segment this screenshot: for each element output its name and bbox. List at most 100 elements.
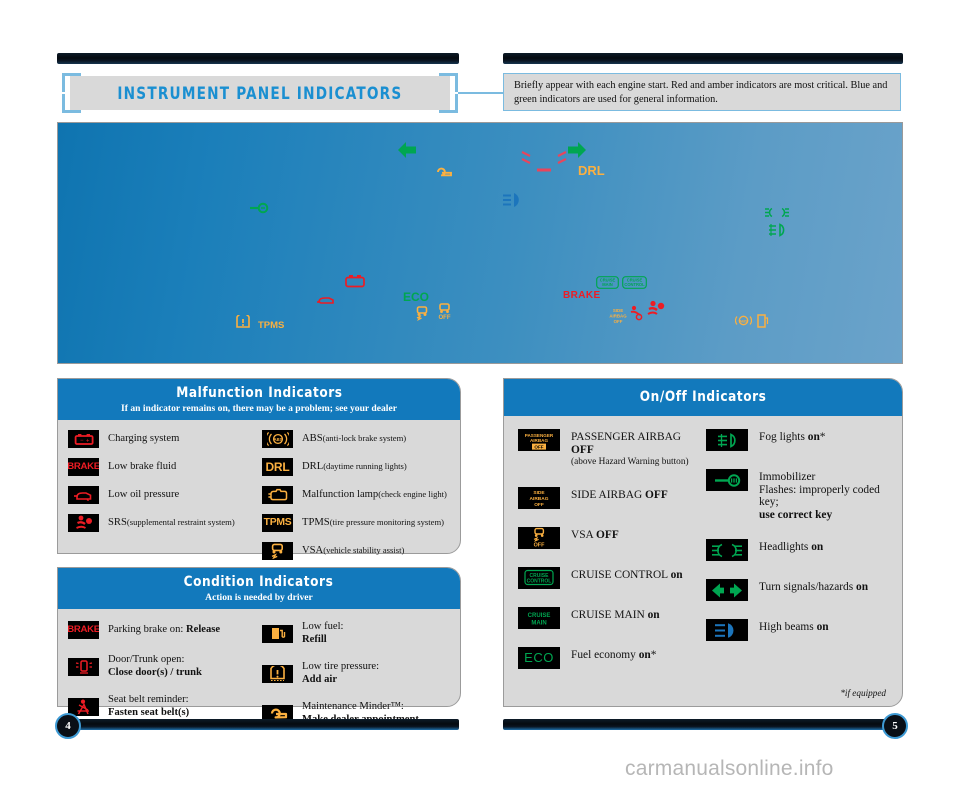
item-note: (tire pressure monitoring system) [329, 517, 445, 528]
svg-text:SIDE: SIDE [613, 308, 623, 313]
item-state: OFF [596, 528, 619, 541]
item-state: on [647, 608, 660, 621]
condition-right-column: Low fuel: Refill Low tire pressure: Add ai… [262, 621, 456, 726]
item-title: Parking brake on: [108, 623, 186, 635]
list-item: Turn signals/hazards on [706, 579, 894, 602]
eco-icon: ECO [518, 646, 560, 669]
malfunction-lamp-icon [262, 486, 293, 504]
svg-text:AIRBAG: AIRBAG [609, 314, 627, 319]
door-trunk-open-icon [68, 657, 99, 676]
svg-text:CONTROL: CONTROL [624, 282, 645, 287]
onoff-header: On/Off Indicators [504, 379, 902, 416]
drl-text-illustration: DRL [578, 163, 605, 178]
item-title: Seat belt reminder: [108, 694, 189, 705]
item-title: ABS [302, 433, 323, 445]
item-state: on [811, 541, 824, 554]
list-item: Immobilizer Flashes: improperly coded key… [706, 469, 894, 521]
headlights-icon [706, 539, 748, 562]
item-title: Low tire pressure: [302, 661, 380, 672]
callout-connector-line [458, 92, 504, 94]
list-item-label: ABS(anti-lock brake system) [302, 432, 406, 446]
charging-system-icon: − + [68, 430, 99, 448]
malfunction-indicators-panel: Malfunction Indicators If an indicator r… [57, 378, 461, 560]
item-title: Fog lights [759, 431, 808, 443]
item-note: (above Hazard Warning button) [571, 457, 689, 468]
list-item: Headlights on [706, 539, 894, 562]
list-item: Seat belt reminder: Fasten seat belt(s) [68, 694, 262, 719]
list-item-label: Fuel economy on* [571, 647, 656, 662]
svg-text:AIRBAG: AIRBAG [530, 496, 549, 502]
list-item-label: Charging system [108, 433, 179, 446]
svg-text:OFF: OFF [439, 315, 451, 321]
page-number-right: 5 [882, 713, 908, 739]
abs-illustration: ABS [735, 313, 752, 328]
drl-icon: DRL [262, 458, 293, 476]
item-title: Low brake fluid [108, 460, 177, 472]
list-item-label: VSA(vehicle stability assist) [302, 544, 404, 558]
item-title: VSA [571, 528, 597, 541]
list-item-label: CRUISE MAIN on [571, 607, 660, 622]
page-title-box: INSTRUMENT PANEL INDICATORS [70, 76, 450, 110]
list-item: Low oil pressure [68, 486, 262, 504]
malfunction-left-column: − + Charging system BRAKE Low brake fluid [68, 430, 262, 560]
passenger-airbag-off-icon: PASSENGER AIRBAG OFF [518, 429, 560, 451]
item-note: (daytime running lights) [323, 461, 407, 472]
list-item: ECO Fuel economy on* [518, 646, 706, 669]
item-title: High beams [759, 621, 817, 634]
headlights-illustration [764, 207, 790, 218]
list-item: Low fuel: Refill [262, 621, 456, 646]
svg-text:MAIN: MAIN [531, 621, 546, 627]
list-item-label: Malfunction lamp(check engine light) [302, 488, 447, 502]
onoff-footnote: *if equipped [840, 688, 886, 698]
list-item: VSA(vehicle stability assist) [262, 542, 456, 560]
maintenance-wrench-icon [434, 165, 454, 179]
list-item: Malfunction lamp(check engine light) [262, 486, 456, 504]
page-number-left: 4 [55, 713, 81, 739]
item-action: Add air [302, 673, 338, 685]
item-title: Low oil pressure [108, 488, 180, 500]
list-item-label: Fog lights on* [759, 429, 825, 444]
high-beams-icon [706, 619, 748, 642]
item-action: Release [185, 623, 221, 635]
brake-text-illustration: BRAKE [563, 290, 601, 301]
list-item-label: Headlights on [759, 539, 823, 554]
page-title-block: INSTRUMENT PANEL INDICATORS [62, 73, 458, 113]
svg-text:AIRBAG: AIRBAG [530, 438, 549, 443]
condition-indicators-panel: Condition Indicators Action is needed by… [57, 567, 461, 725]
item-note: Flashes: improperly coded key; [759, 483, 880, 509]
top-rail-left [57, 53, 459, 64]
srs-small-illustration [629, 305, 643, 322]
seat-belt-icon [68, 697, 99, 716]
list-item: Fog lights on* [706, 429, 894, 451]
top-rail-right [503, 53, 903, 64]
brake-icon: BRAKE [68, 458, 99, 476]
low-oil-pressure-icon [68, 486, 99, 504]
item-star: * [650, 648, 657, 661]
svg-text:ABS: ABS [273, 437, 282, 442]
list-item: OFF VSA OFF [518, 526, 706, 549]
tpms-icon: TPMS [262, 514, 293, 532]
malfunction-title: Malfunction Indicators [175, 385, 343, 401]
low-oil-pressure-illustration [316, 295, 338, 307]
list-item: CRUISE MAIN CRUISE MAIN on [518, 606, 706, 629]
list-item: DRL DRL(daytime running lights) [262, 458, 456, 476]
watermark: carmanualsonline.info [625, 757, 834, 780]
item-title: CRUISE MAIN [571, 608, 648, 621]
svg-text:MAIN: MAIN [602, 282, 613, 287]
list-item: Low tire pressure: Add air [262, 661, 456, 686]
svg-text:OFF: OFF [534, 543, 545, 548]
svg-text:−: − [80, 438, 84, 444]
list-item-label: PASSENGER AIRBAG OFF (above Hazard Warni… [571, 429, 706, 469]
malfunction-header: Malfunction Indicators If an indicator r… [58, 379, 460, 420]
srs-icon [68, 514, 99, 532]
immobilizer-key-illustration [249, 202, 269, 214]
onoff-right-column: Fog lights on* Immobilizer Flashes: impro… [706, 429, 894, 687]
vsa-illustration [415, 305, 429, 321]
onoff-left-column: PASSENGER AIRBAG OFF PASSENGER AIRBAG OFF … [518, 429, 706, 687]
item-title: Immobilizer [759, 471, 816, 483]
item-title: PASSENGER AIRBAG [571, 431, 682, 443]
list-item: − + Charging system [68, 430, 262, 448]
list-item-label: Turn signals/hazards on [759, 579, 868, 594]
list-item: Door/Trunk open: Close door(s) / trunk [68, 654, 262, 679]
high-beam-illustration [502, 191, 530, 209]
